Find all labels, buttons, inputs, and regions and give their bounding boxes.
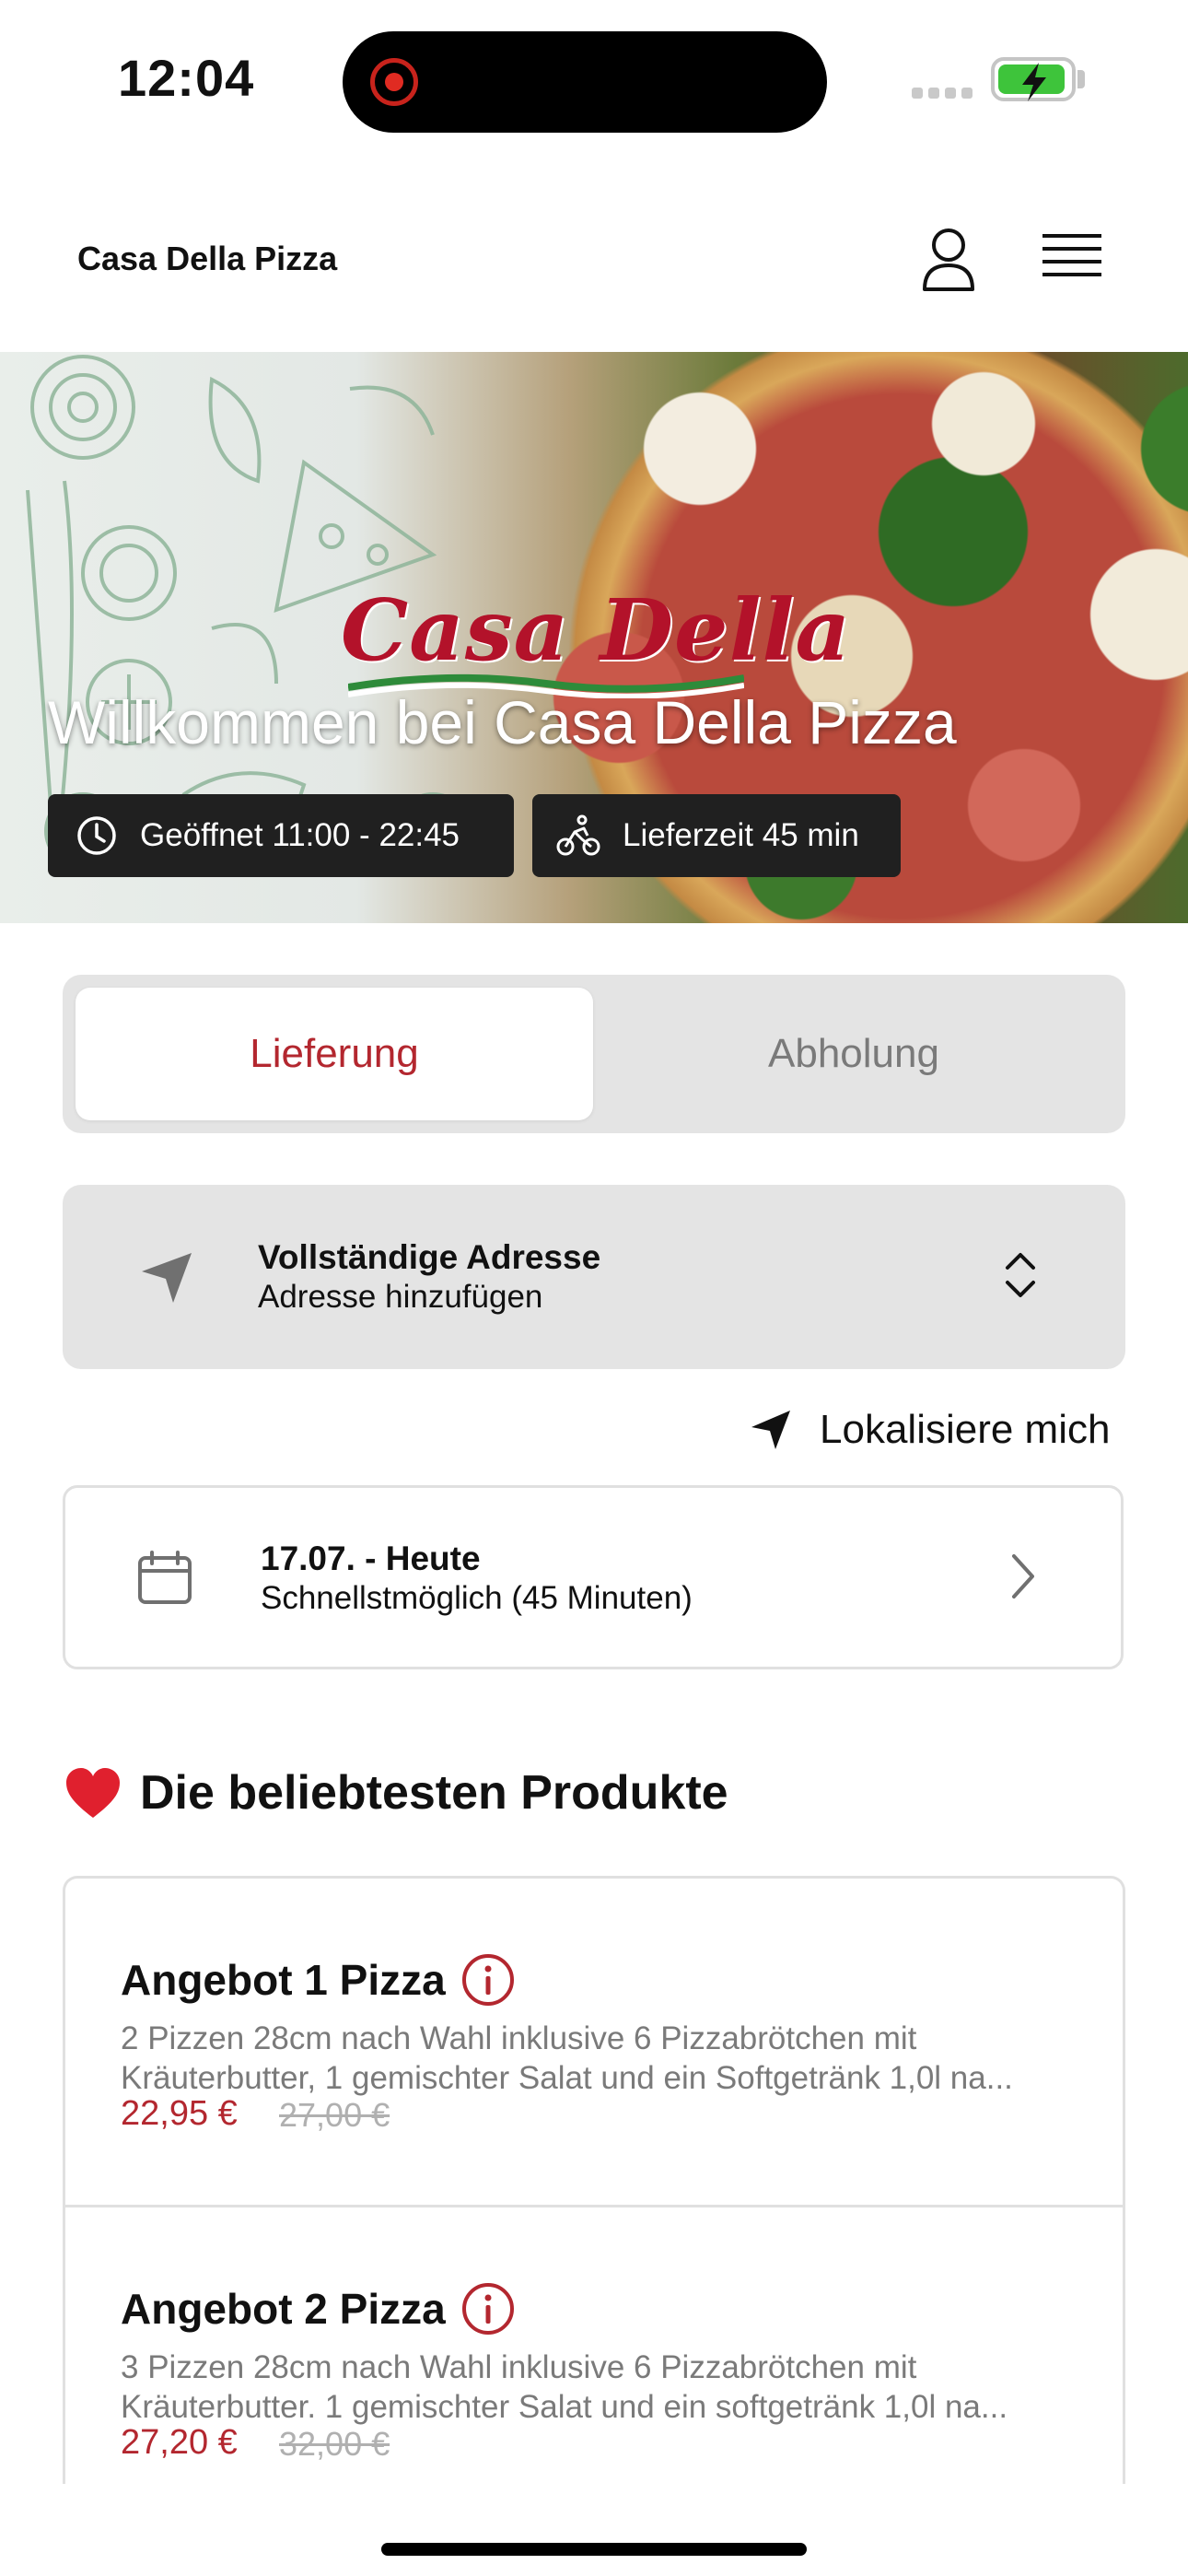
tab-pickup[interactable]: Abholung	[595, 988, 1112, 1120]
product-price: 22,95 €	[121, 2094, 238, 2133]
product-old-price: 32,00 €	[279, 2425, 390, 2463]
chevron-right-icon	[1012, 1554, 1034, 1598]
product-desc-line: 2 Pizzen 28cm nach Wahl inklusive 6 Pizz…	[121, 2020, 917, 2056]
popular-section-title: Die beliebtesten Produkte	[64, 1765, 728, 1821]
product-description: 3 Pizzen 28cm nach Wahl inklusive 6 Pizz…	[121, 2348, 1078, 2427]
product-card[interactable]: Angebot 1 Pizza 2 Pizzen 28cm nach Wahl …	[65, 1879, 1123, 2205]
hero-banner: Casa Della Willkommen bei Casa Della Piz…	[0, 352, 1188, 923]
product-name-row: Angebot 1 Pizza	[121, 1952, 516, 2008]
battery-tip	[1077, 70, 1085, 88]
locate-me-label: Lokalisiere mich	[820, 1407, 1111, 1452]
delivery-time-selector[interactable]: 17.07. - Heute Schnellstmöglich (45 Minu…	[63, 1485, 1124, 1669]
tab-delivery[interactable]: Lieferung	[76, 988, 593, 1120]
product-desc-line: Kräuterbutter. 1 gemischter Salat und ei…	[121, 2389, 1008, 2425]
product-desc-line: 3 Pizzen 28cm nach Wahl inklusive 6 Pizz…	[121, 2349, 917, 2385]
restaurant-logo: Casa Della	[341, 580, 852, 680]
popular-title-text: Die beliebtesten Produkte	[140, 1766, 728, 1820]
product-name: Angebot 1 Pizza	[121, 1956, 446, 2004]
address-subtitle: Adresse hinzufügen	[258, 1279, 543, 1315]
info-icon[interactable]	[460, 2281, 516, 2336]
product-list: Angebot 1 Pizza 2 Pizzen 28cm nach Wahl …	[63, 1876, 1125, 2484]
product-name: Angebot 2 Pizza	[121, 2285, 446, 2333]
navigation-arrow-icon	[142, 1253, 192, 1303]
app-header: Casa Della Pizza	[0, 166, 1188, 350]
home-indicator[interactable]	[381, 2543, 807, 2556]
product-old-price: 27,00 €	[279, 2096, 390, 2134]
delivery-date: 17.07. - Heute	[261, 1540, 481, 1577]
user-icon[interactable]	[912, 223, 985, 297]
brand-name[interactable]: Casa Della Pizza	[77, 240, 337, 278]
clock-icon	[77, 816, 116, 855]
product-description: 2 Pizzen 28cm nach Wahl inklusive 6 Pizz…	[121, 2019, 1078, 2098]
product-price: 27,20 €	[121, 2423, 238, 2462]
opening-hours-text: Geöffnet 11:00 - 22:45	[140, 817, 460, 853]
signal-icon	[912, 87, 978, 103]
delivery-slot: Schnellstmöglich (45 Minuten)	[261, 1580, 693, 1616]
record-icon	[370, 58, 418, 106]
dynamic-island	[343, 31, 827, 133]
product-card[interactable]: Angebot 2 Pizza 3 Pizzen 28cm nach Wahl …	[65, 2205, 1123, 2484]
delivery-time-chip: Lieferzeit 45 min	[532, 794, 901, 877]
info-icon[interactable]	[460, 1952, 516, 2008]
battery-charging-icon	[991, 57, 1076, 101]
welcome-title: Willkommen bei Casa Della Pizza	[48, 688, 957, 756]
menu-icon[interactable]	[1041, 227, 1105, 291]
calendar-icon	[138, 1551, 192, 1604]
order-mode-toggle: Lieferung Abholung	[63, 975, 1125, 1133]
locate-me-link[interactable]: Lokalisiere mich	[750, 1402, 1110, 1458]
product-name-row: Angebot 2 Pizza	[121, 2281, 516, 2336]
product-desc-line: Kräuterbutter, 1 gemischter Salat und ei…	[121, 2060, 1013, 2096]
delivery-time-text: Lieferzeit 45 min	[623, 817, 859, 853]
status-bar: 12:04	[0, 0, 1188, 166]
location-arrow-icon	[751, 1411, 790, 1449]
status-time: 12:04	[118, 49, 255, 107]
address-title: Vollständige Adresse	[258, 1238, 601, 1276]
address-selector[interactable]: Vollständige Adresse Adresse hinzufügen	[63, 1185, 1125, 1369]
heart-icon	[66, 1768, 120, 1818]
opening-hours-chip: Geöffnet 11:00 - 22:45	[48, 794, 514, 877]
bicycle-icon	[556, 814, 600, 856]
chevron-updown-icon	[1006, 1253, 1035, 1297]
